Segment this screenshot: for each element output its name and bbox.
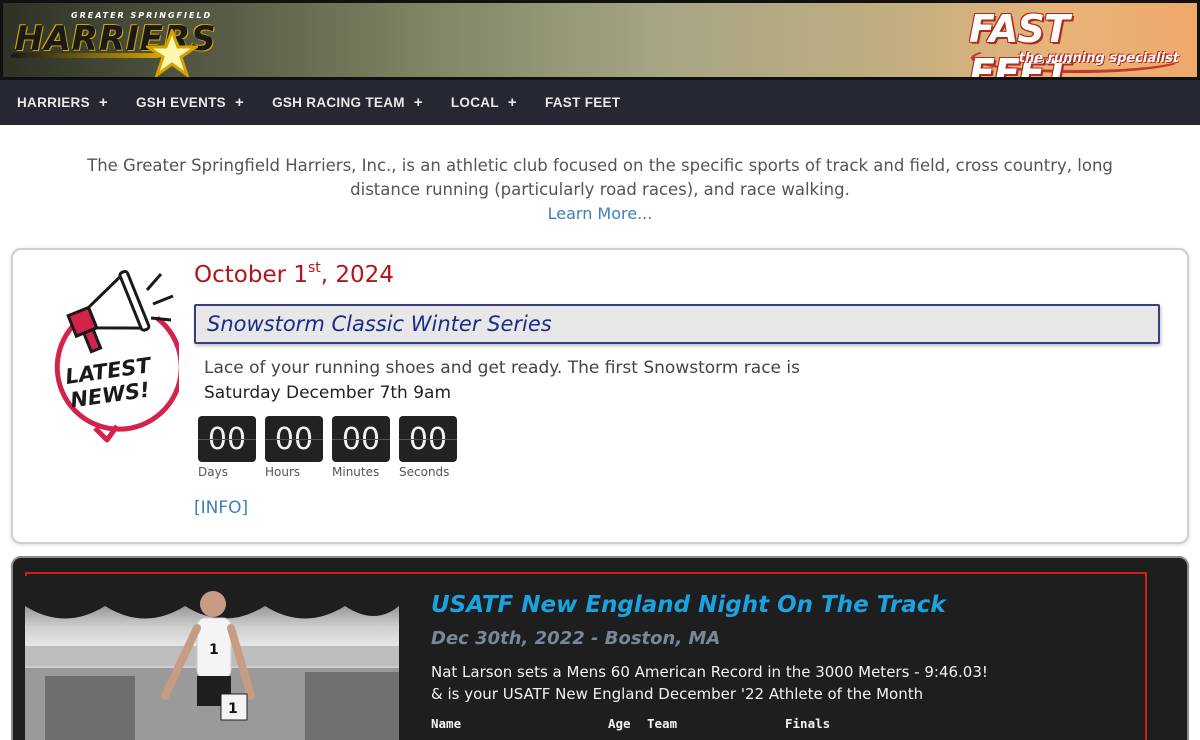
runner-photo-illustration: 1 1 [25, 576, 399, 740]
latest-news-card: LATEST NEWS! October 1st, 2024 Snowstorm… [11, 248, 1189, 544]
feature-desc-line2: & is your USATF New England December '22… [431, 685, 924, 703]
svg-text:1: 1 [209, 642, 219, 658]
plus-icon: + [98, 94, 108, 111]
club-intro: The Greater Springfield Harriers, Inc., … [60, 154, 1140, 226]
countdown-seconds: 00 Seconds [399, 416, 457, 479]
svg-text:1: 1 [228, 701, 238, 717]
countdown-days: 00 Days [198, 416, 256, 479]
news-text-line1: Lace of your running shoes and get ready… [204, 358, 800, 378]
intro-text: The Greater Springfield Harriers, Inc., … [87, 156, 1113, 199]
learn-more-link[interactable]: Learn More... [548, 204, 653, 223]
fast-feet-logo[interactable]: FAST FEET the running specialist [969, 7, 1189, 77]
countdown-minutes: 00 Minutes [332, 416, 390, 479]
countdown-label: Seconds [399, 465, 450, 479]
news-title: Snowstorm Classic Winter Series [207, 312, 552, 336]
results-header-age: Age [608, 716, 631, 731]
countdown-timer: 00 Days 00 Hours 00 Minutes 00 Seconds [198, 416, 466, 479]
countdown-value: 00 [265, 416, 323, 462]
news-date: October 1st, 2024 [194, 260, 394, 288]
megaphone-icon: LATEST NEWS! [54, 269, 184, 443]
feature-title[interactable]: USATF New England Night On The Track [431, 592, 946, 618]
nav-item-label: GSH EVENTS [135, 95, 226, 110]
countdown-value: 00 [332, 416, 390, 462]
info-link[interactable]: [INFO] [194, 498, 248, 518]
results-header-finals: Finals [785, 716, 831, 731]
nav-item-harriers[interactable]: HARRIERS + [17, 94, 108, 111]
countdown-value: 00 [399, 416, 457, 462]
countdown-hours: 00 Hours [265, 416, 323, 479]
main-nav: HARRIERS + GSH EVENTS + GSH RACING TEAM … [0, 80, 1200, 125]
nav-item-fast-feet[interactable]: FAST FEET [545, 95, 620, 110]
nav-item-local[interactable]: LOCAL + [451, 94, 517, 111]
countdown-value: 00 [198, 416, 256, 462]
plus-icon: + [235, 94, 245, 111]
nav-item-label: HARRIERS [17, 95, 90, 110]
race-photo[interactable]: 1 1 [25, 576, 399, 740]
nav-item-label: GSH RACING TEAM [272, 95, 405, 110]
countdown-label: Hours [265, 465, 301, 479]
news-text-line2: Saturday December 7th 9am [204, 383, 452, 403]
fast-feet-logo-text: FAST FEET [969, 7, 1070, 80]
plus-icon: + [413, 94, 423, 111]
results-header-team: Team [647, 716, 678, 731]
fast-feet-tagline: the running specialist [1018, 51, 1179, 66]
logo-swoosh [10, 53, 162, 58]
feature-desc-line1: Nat Larson sets a Mens 60 American Recor… [431, 663, 988, 681]
news-date-main: October 1 [194, 262, 308, 288]
nav-item-label: FAST FEET [544, 95, 621, 110]
nav-item-label: LOCAL [450, 95, 499, 110]
featured-story-card: 1 1 USATF New England Night On The Track… [11, 556, 1189, 740]
results-header-name: Name [431, 716, 462, 731]
plus-icon: + [507, 94, 517, 111]
latest-news-badge: LATEST NEWS! [39, 260, 184, 449]
feature-description: Nat Larson sets a Mens 60 American Recor… [431, 661, 988, 705]
star-icon [146, 29, 198, 77]
countdown-label: Minutes [332, 465, 380, 479]
news-title-box[interactable]: Snowstorm Classic Winter Series [194, 304, 1160, 344]
harriers-logo[interactable]: GREATER SPRINGFIELD HARRIERS [10, 9, 231, 77]
nav-item-gsh-racing-team[interactable]: GSH RACING TEAM + [272, 94, 423, 111]
nav-item-gsh-events[interactable]: GSH EVENTS + [136, 94, 244, 111]
news-date-suffix: st [308, 260, 321, 276]
header-banner: GREATER SPRINGFIELD HARRIERS FAST FEET t… [0, 0, 1200, 80]
countdown-label: Days [198, 465, 228, 479]
feature-subtitle: Dec 30th, 2022 - Boston, MA [431, 628, 721, 649]
news-body: Lace of your running shoes and get ready… [204, 356, 800, 406]
news-date-year: , 2024 [320, 262, 394, 288]
